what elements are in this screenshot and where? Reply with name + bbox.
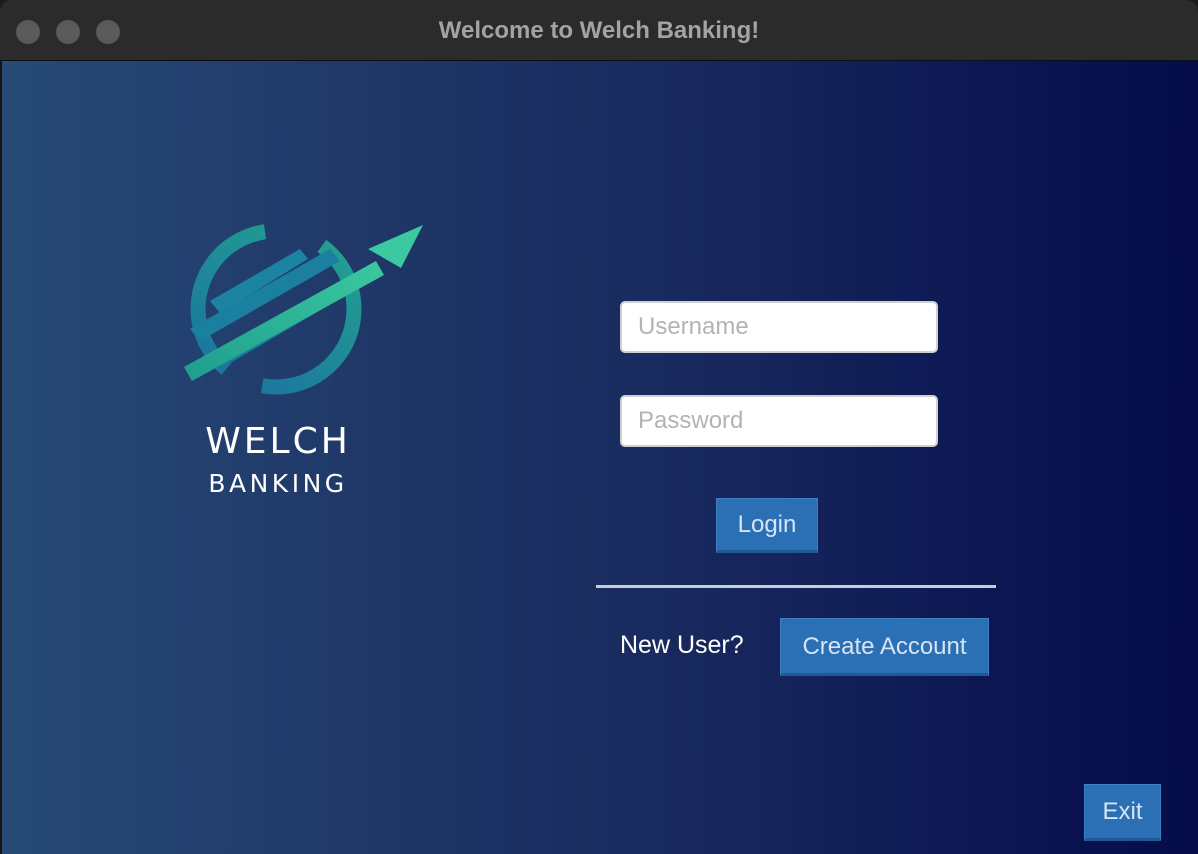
brand-subtitle: BANKING	[208, 469, 348, 498]
username-field[interactable]	[620, 301, 938, 353]
title-bar[interactable]: Welcome to Welch Banking!	[0, 0, 1198, 61]
window-title: Welcome to Welch Banking!	[438, 17, 760, 44]
create-account-button[interactable]: Create Account	[780, 618, 989, 676]
app-window: Welcome to Welch Banking! WELCH BANKING …	[0, 0, 1198, 854]
login-panel: WELCH BANKING Login New User? Create Acc…	[2, 61, 1198, 854]
brand-name: WELCH	[205, 421, 351, 462]
welch-banking-logo	[184, 223, 423, 395]
exit-button[interactable]: Exit	[1084, 784, 1161, 841]
new-user-label: New User?	[620, 631, 744, 659]
password-field[interactable]	[620, 395, 938, 447]
login-button[interactable]: Login	[716, 498, 818, 553]
section-divider	[596, 585, 996, 588]
